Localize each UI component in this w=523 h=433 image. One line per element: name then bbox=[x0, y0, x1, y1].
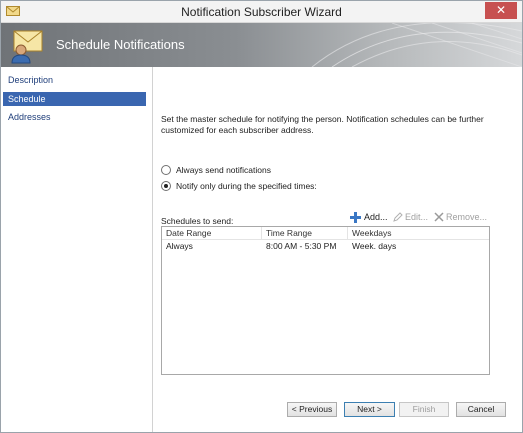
edit-button[interactable]: Edit... bbox=[393, 210, 428, 224]
cancel-button[interactable]: Cancel bbox=[456, 402, 506, 417]
banner-decoration bbox=[311, 23, 522, 67]
subscriber-envelope-icon bbox=[11, 30, 43, 64]
finish-button[interactable]: Finish bbox=[399, 402, 449, 417]
column-header-time-range[interactable]: Time Range bbox=[262, 227, 348, 239]
add-button[interactable]: Add... bbox=[350, 210, 388, 224]
window-title: Notification Subscriber Wizard bbox=[181, 5, 342, 19]
remove-x-icon bbox=[434, 212, 444, 222]
title-bar: Notification Subscriber Wizard ✕ bbox=[1, 1, 522, 23]
cell-date-range: Always bbox=[166, 241, 193, 251]
remove-label: Remove... bbox=[446, 212, 488, 222]
cell-time-range: 8:00 AM - 5:30 PM bbox=[266, 241, 337, 251]
header-banner: Schedule Notifications bbox=[1, 23, 522, 67]
edit-label: Edit... bbox=[405, 212, 429, 222]
radio-specified-times[interactable]: Notify only during the specified times: bbox=[161, 180, 317, 192]
cell-weekdays: Week. days bbox=[352, 241, 397, 251]
close-button[interactable]: ✕ bbox=[485, 2, 517, 19]
schedules-list[interactable]: Date Range Time Range Weekdays Always 8:… bbox=[161, 226, 490, 375]
wizard-sidebar: Description Schedule Addresses bbox=[1, 67, 153, 432]
radio-button-selected[interactable] bbox=[161, 181, 171, 191]
banner-title: Schedule Notifications bbox=[56, 37, 185, 52]
add-label: Add... bbox=[364, 212, 388, 222]
schedules-label: Schedules to send: bbox=[161, 216, 234, 226]
radio-label-always: Always send notifications bbox=[176, 165, 271, 175]
radio-button-unselected[interactable] bbox=[161, 165, 171, 175]
sidebar-item-schedule[interactable]: Schedule bbox=[3, 92, 146, 106]
table-row[interactable]: Always 8:00 AM - 5:30 PM Week. days bbox=[162, 240, 489, 253]
sidebar-item-description[interactable]: Description bbox=[3, 73, 146, 87]
sidebar-item-addresses[interactable]: Addresses bbox=[3, 110, 146, 124]
remove-button[interactable]: Remove... bbox=[434, 210, 487, 224]
next-button[interactable]: Next > bbox=[344, 402, 395, 417]
list-header: Date Range Time Range Weekdays bbox=[162, 227, 489, 240]
previous-button[interactable]: < Previous bbox=[287, 402, 337, 417]
main-content: Set the master schedule for notifying th… bbox=[153, 67, 522, 432]
column-header-weekdays[interactable]: Weekdays bbox=[348, 227, 489, 239]
page-description: Set the master schedule for notifying th… bbox=[161, 114, 484, 135]
pencil-icon bbox=[393, 212, 403, 222]
radio-label-specified: Notify only during the specified times: bbox=[176, 181, 317, 191]
wizard-window: Notification Subscriber Wizard ✕ Schedul… bbox=[0, 0, 523, 433]
column-header-date-range[interactable]: Date Range bbox=[162, 227, 262, 239]
add-icon bbox=[350, 211, 361, 223]
radio-always-send[interactable]: Always send notifications bbox=[161, 164, 271, 176]
